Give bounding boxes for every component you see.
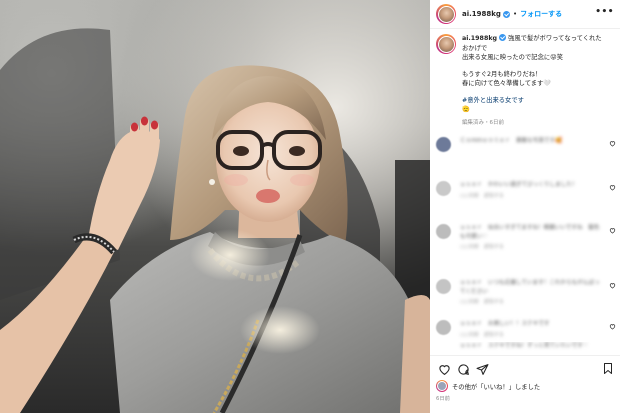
comment-meta: ○○日前 返信する xyxy=(460,192,504,199)
post-side-panel: ai.1988kg • フォローする ••• ai.1988kg 強風で髪がボワ… xyxy=(430,0,620,413)
comment-like-icon[interactable] xyxy=(609,323,616,330)
caption-username[interactable]: ai.1988kg xyxy=(462,35,497,42)
comment-like-icon[interactable] xyxy=(609,227,616,234)
post-caption: ai.1988kg 強風で髪がボワってなってくれた おかげで 出来る女風に映った… xyxy=(436,34,616,128)
heart-icon[interactable] xyxy=(438,363,451,376)
caption-avatar[interactable] xyxy=(436,34,456,54)
commenter-avatar[interactable] xyxy=(436,279,451,294)
post-photo xyxy=(0,0,430,413)
comment-like-icon[interactable] xyxy=(609,282,616,289)
author-username[interactable]: ai.1988kg xyxy=(462,10,501,18)
commenter-avatar[interactable] xyxy=(436,224,451,239)
selfie-illustration xyxy=(0,28,430,413)
more-options-icon[interactable]: ••• xyxy=(595,8,614,17)
caption-emoji: 🫡 xyxy=(462,106,470,113)
bookmark-icon[interactable] xyxy=(602,362,614,375)
hashtag-link[interactable]: #意外と出来る女です xyxy=(462,96,616,106)
author-avatar[interactable] xyxy=(436,4,456,24)
likes-summary: その他が「いいね！」しました xyxy=(436,380,540,392)
comment-text: Ｃｏｍｍｅｎｔｅｒ 素敵な写真です🥰 xyxy=(460,138,563,144)
comment-text: ｕｓｅｒ かわいい過ぎてびっくりしました！ xyxy=(460,182,578,188)
comment-text: ｕｓｅｒ お美しい！！ステキです xyxy=(460,321,550,327)
likes-text[interactable]: その他が「いいね！」しました xyxy=(452,382,540,391)
comment-meta: ○○日前 返信する xyxy=(460,299,504,305)
comment-meta: ○○日前 返信する xyxy=(460,244,504,250)
verified-badge-icon xyxy=(499,34,507,41)
comment-meta: ○○日前 返信する xyxy=(460,331,504,338)
caption-line: 出来る女風に映ったので記念に😝笑 xyxy=(462,54,564,61)
actions-divider xyxy=(430,355,620,356)
commenter-avatar[interactable] xyxy=(436,181,451,196)
caption-line: 強風で髪がボワってなってくれた xyxy=(508,35,602,42)
verified-badge-icon xyxy=(502,10,510,18)
comment-text: ｕｓｅｒ 似合いすぎてますね！眼鏡いいですね 髪色も可愛い♡ xyxy=(460,225,600,240)
comment-text: ｕｓｅｒ いつも応援しています！これからもがんばってください xyxy=(460,280,600,295)
comment-like-icon[interactable] xyxy=(609,184,616,191)
share-icon[interactable] xyxy=(476,363,489,376)
caption-line: 春に向けて色々準備してます🤍 xyxy=(462,80,552,87)
comment-like-icon[interactable] xyxy=(609,140,616,147)
commenter-avatar[interactable] xyxy=(436,320,451,335)
header-divider xyxy=(430,28,620,29)
follow-button[interactable]: フォローする xyxy=(520,9,562,19)
caption-meta: 編集済み・6日前 xyxy=(462,119,504,126)
post-header: ai.1988kg • フォローする xyxy=(430,0,620,28)
comment-icon[interactable] xyxy=(457,363,470,376)
caption-line: おかげで xyxy=(462,44,488,52)
comment-text: ｕｓｅｒ ステキですね！ずっと見ていたいです♡ xyxy=(460,343,588,349)
caption-line: もうすぐ2月も終わりだね！ xyxy=(462,70,542,78)
comment-item: ｕｓｅｒ ステキですね！ずっと見ていたいです♡ xyxy=(436,342,616,352)
separator-dot: • xyxy=(512,10,518,18)
liker-avatar[interactable] xyxy=(436,380,448,392)
post-timestamp: 6日前 xyxy=(436,396,450,402)
commenter-avatar[interactable] xyxy=(436,137,451,152)
action-bar xyxy=(438,362,495,376)
